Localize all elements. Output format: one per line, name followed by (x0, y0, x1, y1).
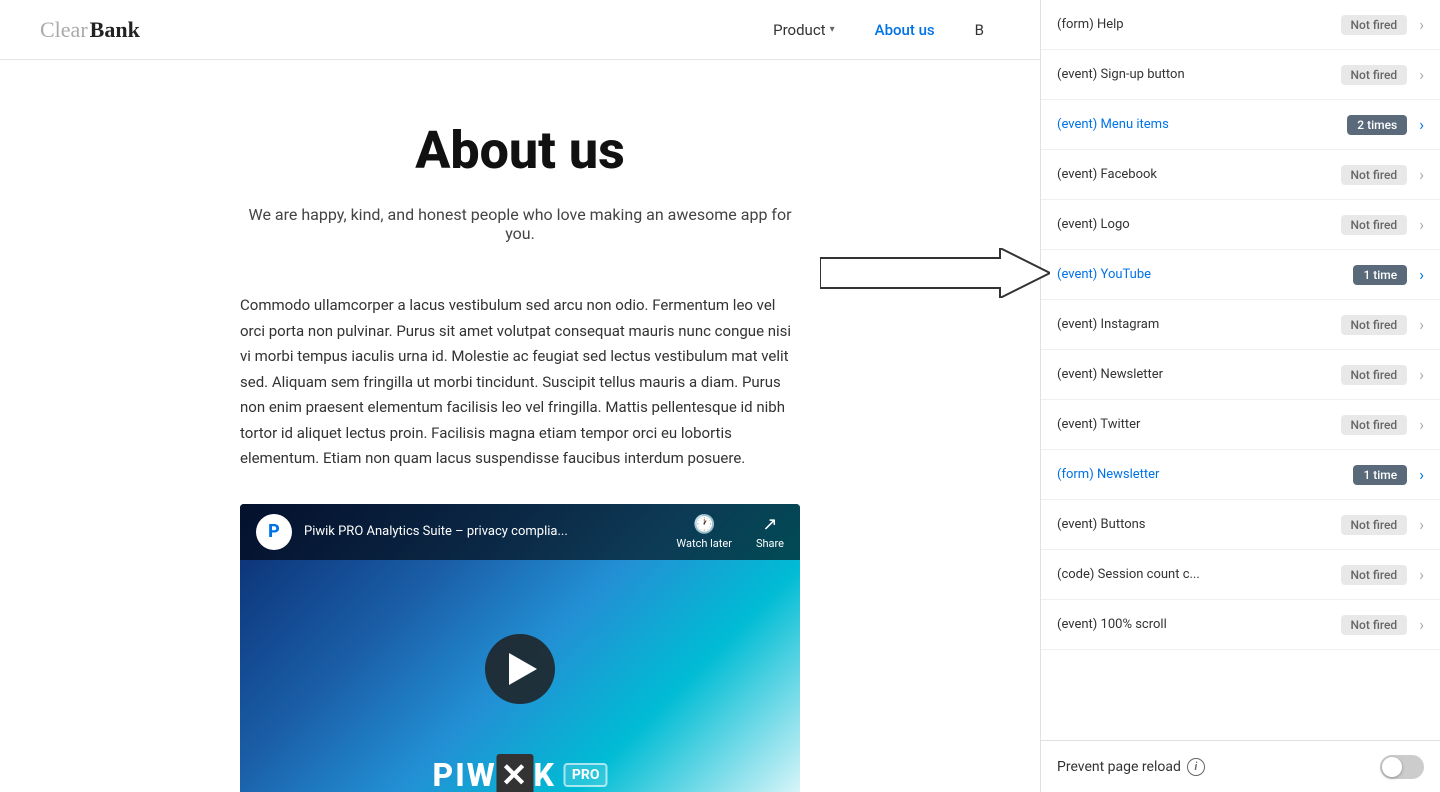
video-container[interactable]: P Piwik PRO Analytics Suite – privacy co… (240, 504, 800, 792)
page-title: About us (240, 120, 800, 181)
panel-item-label: (event) YouTube (1057, 267, 1345, 282)
chevron-right-icon: › (1419, 15, 1424, 34)
panel-item[interactable]: (code) Session count c... Not fired › (1041, 550, 1440, 600)
logo[interactable]: Clear Bank (40, 17, 140, 43)
panel-item-label: (event) Sign-up button (1057, 67, 1333, 82)
prevent-reload-label: Prevent page reload i (1057, 758, 1372, 776)
panel-item-label: (form) Newsletter (1057, 467, 1345, 482)
panel-item-badge: Not fired (1341, 65, 1408, 85)
video-top-actions: 🕐 Watch later ↗ Share (676, 514, 784, 550)
panel-item-label: (event) Twitter (1057, 417, 1333, 432)
panel-item[interactable]: (event) Sign-up button Not fired › (1041, 50, 1440, 100)
panel-item-label: (event) Facebook (1057, 167, 1333, 182)
chevron-right-icon: › (1419, 615, 1424, 634)
panel-item-badge: 2 times (1347, 115, 1407, 135)
panel-item-badge: Not fired (1341, 565, 1408, 585)
panel-item-label: (form) Help (1057, 17, 1333, 32)
page-body-text: Commodo ullamcorper a lacus vestibulum s… (240, 293, 800, 472)
watch-later-action[interactable]: 🕐 Watch later (676, 514, 732, 550)
main-content: Clear Bank Product ▾ About us B About us… (0, 0, 1040, 792)
share-icon: ↗ (762, 514, 777, 535)
nav-item-about[interactable]: About us (859, 13, 951, 47)
panel-item-badge: Not fired (1341, 315, 1408, 335)
panel-item[interactable]: (event) Logo Not fired › (1041, 200, 1440, 250)
chevron-right-icon: › (1419, 215, 1424, 234)
panel-item-badge: 1 time (1353, 265, 1407, 285)
panel-item[interactable]: (event) 100% scroll Not fired › (1041, 600, 1440, 650)
panel-item-badge: Not fired (1341, 215, 1408, 235)
panel-item[interactable]: (event) Instagram Not fired › (1041, 300, 1440, 350)
channel-icon: P (256, 514, 292, 550)
share-action[interactable]: ↗ Share (756, 514, 784, 550)
panel-items-container: (form) HelpNot fired›(event) Sign-up but… (1041, 0, 1440, 650)
chevron-right-icon: › (1419, 365, 1424, 384)
prevent-reload-toggle[interactable] (1380, 755, 1424, 779)
clock-icon: 🕐 (693, 514, 715, 535)
logo-bank: Bank (90, 17, 140, 43)
video-title: Piwik PRO Analytics Suite – privacy comp… (304, 524, 664, 539)
panel-item-badge: Not fired (1341, 15, 1408, 35)
nav-item-product[interactable]: Product ▾ (757, 13, 850, 47)
right-panel: (form) HelpNot fired›(event) Sign-up but… (1040, 0, 1440, 792)
panel-item-label: (event) Buttons (1057, 517, 1333, 532)
chevron-right-icon: › (1419, 415, 1424, 434)
panel-item-badge: Not fired (1341, 515, 1408, 535)
panel-item[interactable]: (event) Facebook Not fired › (1041, 150, 1440, 200)
page-subtitle: We are happy, kind, and honest people wh… (240, 205, 800, 243)
chevron-down-icon: ▾ (830, 24, 835, 35)
panel-item[interactable]: (event) YouTube 1 time › (1041, 250, 1440, 300)
panel-item-badge: Not fired (1341, 415, 1408, 435)
chevron-right-icon: › (1419, 315, 1424, 334)
panel-item[interactable]: (event) Twitter Not fired › (1041, 400, 1440, 450)
info-icon: i (1187, 758, 1205, 776)
piwik-text: PIW✕K (432, 756, 555, 792)
play-button[interactable] (485, 634, 555, 704)
chevron-right-icon: › (1419, 465, 1424, 484)
logo-clear: Clear (40, 17, 88, 43)
navbar: Clear Bank Product ▾ About us B (0, 0, 1040, 60)
chevron-right-icon: › (1419, 515, 1424, 534)
panel-item-label: (event) 100% scroll (1057, 617, 1333, 632)
play-icon (509, 653, 537, 685)
panel-item[interactable]: (event) Menu items 2 times › (1041, 100, 1440, 150)
toggle-knob (1382, 757, 1402, 777)
chevron-right-icon: › (1419, 115, 1424, 134)
nav-links: Product ▾ About us B (757, 13, 1000, 47)
panel-item-label: (code) Session count c... (1057, 567, 1333, 582)
video-top-bar: P Piwik PRO Analytics Suite – privacy co… (240, 504, 800, 560)
panel-item-label: (event) Instagram (1057, 317, 1333, 332)
panel-item-badge: Not fired (1341, 365, 1408, 385)
panel-item-label: (event) Logo (1057, 217, 1333, 232)
panel-item[interactable]: (event) Newsletter Not fired › (1041, 350, 1440, 400)
panel-item-badge: Not fired (1341, 165, 1408, 185)
piwik-pro-badge: PRO (564, 763, 608, 787)
chevron-right-icon: › (1419, 165, 1424, 184)
panel-item-badge: 1 time (1353, 465, 1407, 485)
panel-item-label: (event) Newsletter (1057, 367, 1333, 382)
panel-item-label: (event) Menu items (1057, 117, 1339, 132)
chevron-right-icon: › (1419, 65, 1424, 84)
chevron-right-icon: › (1419, 565, 1424, 584)
bottom-bar: Prevent page reload i (1041, 740, 1440, 792)
video-thumbnail[interactable]: P Piwik PRO Analytics Suite – privacy co… (240, 504, 800, 792)
panel-item[interactable]: (form) Help Not fired › (1041, 0, 1440, 50)
piwik-logo: PIW✕K PRO (432, 756, 607, 792)
panel-item-badge: Not fired (1341, 615, 1408, 635)
panel-item[interactable]: (event) Buttons Not fired › (1041, 500, 1440, 550)
panel-item[interactable]: (form) Newsletter 1 time › (1041, 450, 1440, 500)
chevron-right-icon: › (1419, 265, 1424, 284)
nav-item-b[interactable]: B (959, 13, 1000, 47)
page-body: About us We are happy, kind, and honest … (120, 60, 920, 792)
